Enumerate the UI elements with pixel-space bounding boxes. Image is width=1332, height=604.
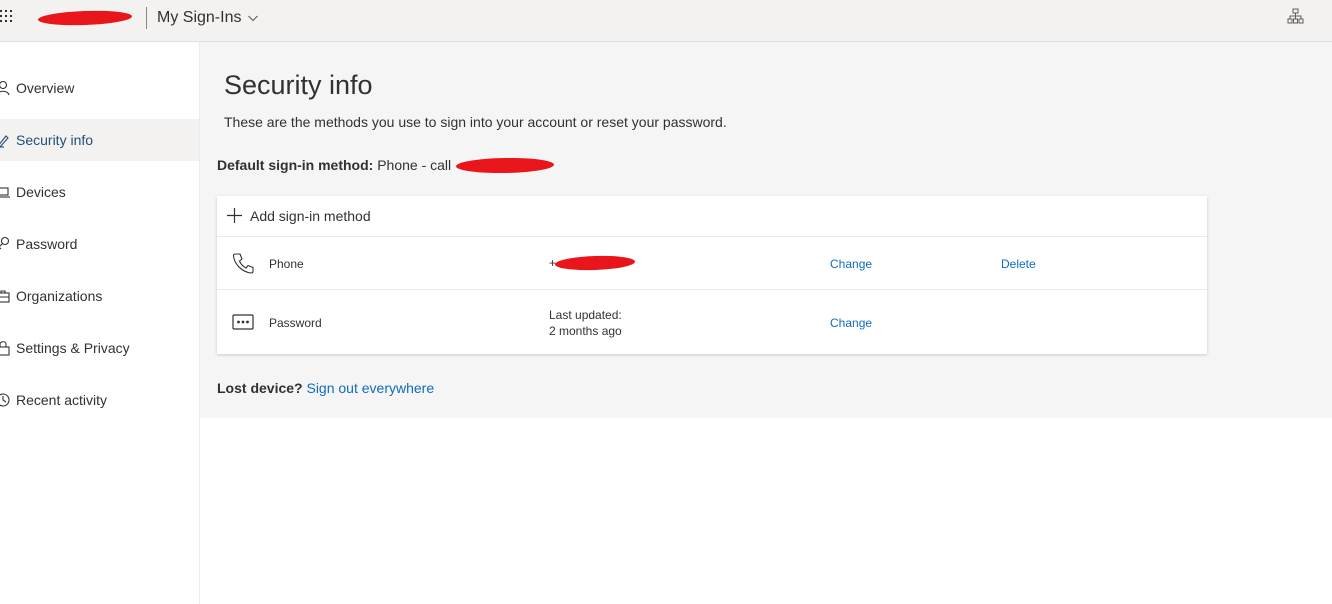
method-name: Phone — [269, 257, 304, 271]
app-switcher[interactable]: My Sign-Ins — [157, 9, 259, 27]
last-updated-value: 2 months ago — [549, 324, 622, 338]
add-method-label: Add sign-in method — [250, 208, 371, 224]
last-updated-label: Last updated: — [549, 308, 622, 322]
method-row-password: Password Last updated: 2 months ago Chan… — [217, 290, 1207, 354]
account-name-redaction — [37, 9, 133, 27]
sign-out-everywhere-link[interactable]: Sign out everywhere — [306, 380, 434, 396]
phone-icon — [232, 253, 254, 274]
method-row-phone: Phone + Change Delete — [217, 237, 1207, 290]
change-phone-link[interactable]: Change — [830, 257, 872, 271]
page-description: These are the methods you use to sign in… — [224, 114, 727, 130]
top-bar: My Sign-Ins — [0, 0, 1332, 42]
header-divider — [146, 7, 147, 29]
lost-device-row: Lost device? Sign out everywhere — [217, 380, 434, 396]
add-sign-in-method-button[interactable]: Add sign-in method — [217, 196, 1207, 237]
sidebar-item-security-info[interactable]: Security info — [0, 119, 199, 161]
briefcase-icon — [0, 290, 10, 303]
sidebar-item-overview[interactable]: Overview — [0, 67, 199, 109]
sidebar-item-label: Settings & Privacy — [16, 340, 130, 356]
sidebar-item-recent-activity[interactable]: Recent activity — [0, 379, 199, 421]
lock-icon — [0, 341, 10, 356]
password-dots-icon — [232, 314, 254, 330]
sidebar-item-label: Security info — [16, 132, 94, 148]
sidebar-item-label: Password — [16, 236, 78, 252]
sidebar-item-organizations[interactable]: Organizations — [0, 275, 199, 317]
change-password-link[interactable]: Change — [830, 316, 872, 330]
phone-number-redaction — [554, 254, 636, 272]
sidebar-item-devices[interactable]: Devices — [0, 171, 199, 213]
default-method-value: Phone - call — [377, 157, 452, 173]
sidebar-item-label: Devices — [16, 184, 66, 200]
clock-icon — [0, 393, 10, 407]
sidebar-item-password[interactable]: Password — [0, 223, 199, 265]
lost-device-label: Lost device? — [217, 380, 303, 396]
sidebar-item-label: Organizations — [16, 288, 103, 304]
app-title: My Sign-Ins — [157, 9, 242, 26]
default-method-label: Default sign-in method: — [217, 157, 374, 173]
waffle-icon[interactable] — [0, 10, 18, 28]
key-icon — [0, 236, 10, 250]
person-icon — [0, 80, 10, 96]
method-name: Password — [269, 316, 322, 330]
methods-card: Add sign-in method Phone + Change Delete… — [217, 196, 1207, 354]
pen-key-icon — [0, 135, 9, 148]
org-chart-icon[interactable] — [1287, 8, 1304, 25]
sidebar-item-label: Recent activity — [16, 392, 108, 408]
sidebar-item-settings-privacy[interactable]: Settings & Privacy — [0, 327, 199, 369]
laptop-icon — [0, 187, 10, 198]
sidebar-item-label: Overview — [16, 80, 75, 96]
sidebar-nav: Overview Security info Devices Password … — [0, 42, 200, 604]
delete-phone-link[interactable]: Delete — [1001, 257, 1036, 271]
chevron-down-icon — [248, 15, 259, 22]
page-title: Security info — [224, 70, 373, 100]
password-last-updated: Last updated: 2 months ago — [549, 307, 622, 339]
default-sign-in-method: Default sign-in method: Phone - call — [217, 157, 451, 173]
plus-icon — [227, 208, 242, 223]
